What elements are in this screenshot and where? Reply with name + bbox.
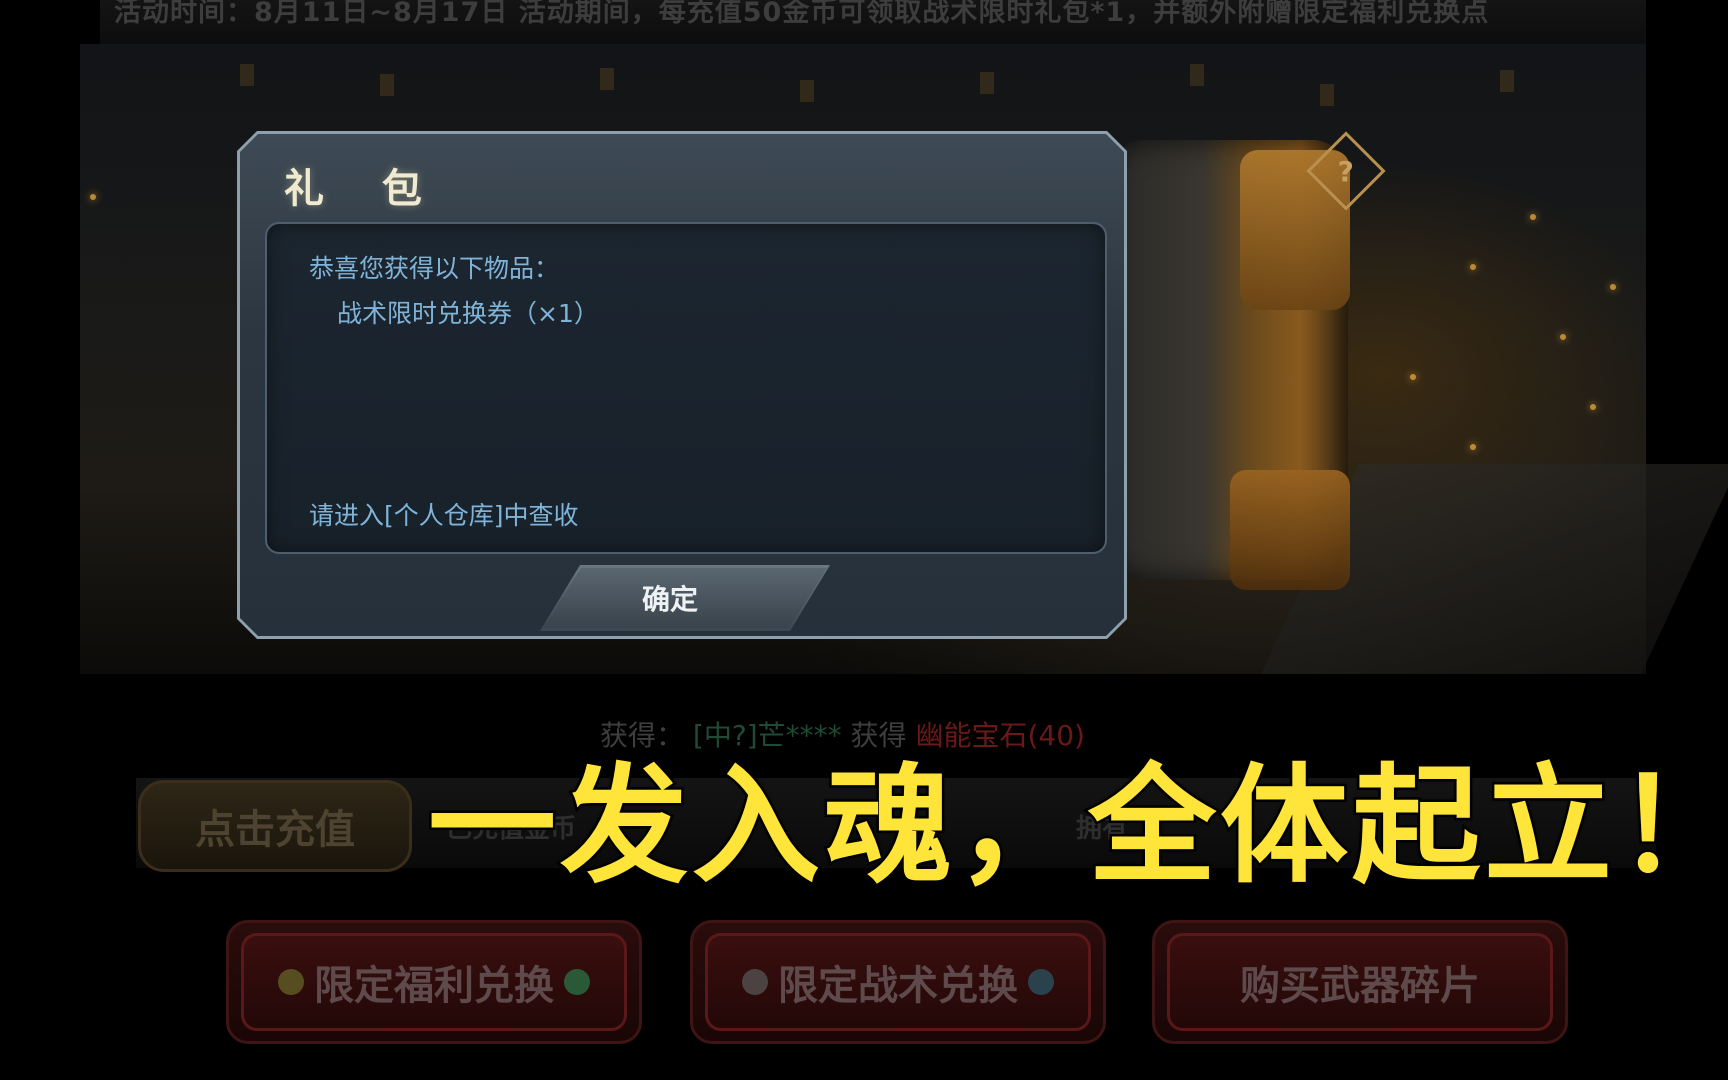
green-gem-icon [564, 969, 590, 995]
gift-pack-dialog: 礼 包 恭喜您获得以下物品： 战术限时兑换券（×1） 请进入[个人仓库]中查收 … [237, 131, 1127, 639]
recharge-button[interactable]: 点击充值 [138, 780, 412, 872]
dialog-content-panel: 恭喜您获得以下物品： 战术限时兑换券（×1） 请进入[个人仓库]中查收 [265, 222, 1107, 554]
confirm-button-label: 确定 [641, 583, 698, 616]
buy-weapon-fragments-button[interactable]: 购买武器碎片 [1152, 920, 1568, 1044]
dialog-intro-text: 恭喜您获得以下物品： [309, 254, 560, 283]
activity-banner-text: 活动时间：8月11日~8月17日 活动期间，每充值50金币可领取战术限时礼包*1… [114, 0, 1490, 28]
confirm-button[interactable]: 确定 [540, 565, 830, 631]
gold-gem-icon [278, 969, 304, 995]
activity-banner: 活动时间：8月11日~8月17日 活动期间，每充值50金币可领取战术限时礼包*1… [100, 0, 1646, 44]
dialog-hint-text: 请进入[个人仓库]中查收 [309, 501, 579, 530]
overlay-caption: 一发入魂，全体起立！ [425, 750, 1728, 904]
game-screen: 活动时间：8月11日~8月17日 活动期间，每充值50金币可领取战术限时礼包*1… [0, 0, 1728, 1080]
wing-emblem-icon [742, 969, 768, 995]
limited-welfare-exchange-button[interactable]: 限定福利兑换 [226, 920, 642, 1044]
blue-gem-icon [1028, 969, 1054, 995]
dialog-title: 礼 包 [284, 166, 444, 212]
dialog-item-text: 战术限时兑换券（×1） [337, 299, 599, 328]
limited-tactical-exchange-button[interactable]: 限定战术兑换 [690, 920, 1106, 1044]
